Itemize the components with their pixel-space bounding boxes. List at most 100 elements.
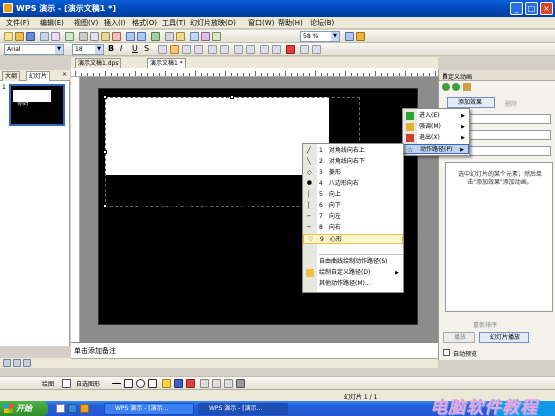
wps-online-icon[interactable] <box>356 32 365 41</box>
font-name-select[interactable]: Arial ▼ <box>4 44 64 55</box>
copy-icon[interactable] <box>90 32 99 41</box>
start-button[interactable]: 开始 <box>0 401 48 416</box>
add-effect-button[interactable]: 添加效果 <box>447 97 495 108</box>
animation-list[interactable]: 选中幻灯片的某个元素，然后单击"添加效果"添加动画。 <box>445 162 553 312</box>
close-icon[interactable]: × <box>62 71 67 78</box>
menu-item-custom-path[interactable]: 绘制自定义路径(D) ▶ <box>303 268 403 278</box>
rectangle-icon[interactable] <box>124 379 133 388</box>
notes-pane[interactable]: 单击添加备注 <box>71 342 438 358</box>
menu-item-exit[interactable]: 退出(X) ▶ <box>403 133 469 143</box>
select-arrow-icon[interactable] <box>62 379 71 388</box>
doc-tab-2[interactable]: 演示文稿1 * <box>147 58 186 68</box>
menu-forum[interactable]: 论坛(B) <box>310 18 334 28</box>
minimize-button[interactable]: _ <box>510 2 523 15</box>
expand-icon[interactable] <box>201 32 210 41</box>
bullets-icon[interactable] <box>220 45 229 54</box>
menu-help[interactable]: 帮助(H) <box>278 18 303 28</box>
play-button[interactable]: 播放 <box>443 332 475 343</box>
doc-tab-1[interactable]: 演示文稿1.dps <box>75 58 122 68</box>
line-icon[interactable] <box>112 383 121 384</box>
menu-slideshow[interactable]: 幻灯片放映(D) <box>190 18 236 28</box>
menu-item-emphasis[interactable]: 强调(M) ▶ <box>403 122 469 132</box>
menu-view[interactable]: 视图(V) <box>74 18 98 28</box>
delete-button[interactable]: 删除 <box>505 99 517 108</box>
decrease-font-icon[interactable] <box>246 45 255 54</box>
menu-item-path-6[interactable]: │ 6 向下 <box>303 201 403 211</box>
sorter-view-icon[interactable] <box>13 359 21 367</box>
slideshow-button[interactable]: 幻灯片播放 <box>479 332 529 343</box>
justify-icon[interactable] <box>194 45 203 54</box>
maximize-button[interactable]: □ <box>525 2 538 15</box>
tab-outline[interactable]: 大纲 <box>2 71 21 81</box>
draw-menu[interactable]: 绘图 <box>42 379 54 388</box>
align-right-icon[interactable] <box>182 45 191 54</box>
help-icon[interactable] <box>345 32 354 41</box>
chart-icon[interactable] <box>176 32 185 41</box>
font-color-icon[interactable] <box>286 45 295 54</box>
grayscale-icon[interactable] <box>212 32 221 41</box>
menu-item-motion-path[interactable]: ☆ 动作路径(P) ▶ <box>403 144 469 154</box>
design-icon[interactable] <box>300 45 309 54</box>
new-icon[interactable] <box>4 32 13 41</box>
decrease-indent-icon[interactable] <box>260 45 269 54</box>
taskbar-item-2[interactable]: WPS 演示 - [演示... <box>198 403 288 415</box>
quicklaunch-desktop-icon[interactable] <box>56 404 65 413</box>
line-color-icon[interactable] <box>174 379 183 388</box>
format-painter-icon[interactable] <box>112 32 121 41</box>
forward-icon[interactable] <box>452 83 460 91</box>
textbox-icon[interactable] <box>148 379 157 388</box>
align-center-icon[interactable] <box>170 45 179 54</box>
horizontal-scrollbar[interactable] <box>71 358 438 368</box>
menu-item-path-2[interactable]: ╲ 2 对角线向右下 <box>303 157 403 167</box>
taskbar-item-1[interactable]: WPS 演示 - [演示... <box>104 403 194 415</box>
spell-icon[interactable] <box>65 32 74 41</box>
preview-icon[interactable] <box>51 32 60 41</box>
cut-icon[interactable] <box>79 32 88 41</box>
menu-item-path-5[interactable]: │ 5 向上 <box>303 190 403 200</box>
resize-handle[interactable] <box>103 95 107 99</box>
increase-indent-icon[interactable] <box>272 45 281 54</box>
font-color-icon[interactable] <box>186 379 195 388</box>
print-icon[interactable] <box>40 32 49 41</box>
open-icon[interactable] <box>15 32 24 41</box>
new-slide-icon[interactable] <box>312 45 321 54</box>
resize-handle[interactable] <box>230 95 234 99</box>
close-button[interactable]: × <box>540 2 553 15</box>
menu-item-path-1[interactable]: ╱ 1 对角线向右上 <box>303 146 403 156</box>
arrow-style-icon[interactable] <box>224 379 233 388</box>
menu-item-path-9[interactable]: ♡ 9 心形 <box>303 234 403 244</box>
menu-item-path-4[interactable]: ⯃ 4 八边形向右 <box>303 179 403 189</box>
menu-file[interactable]: 文件(F) <box>6 18 30 28</box>
menu-item-more-paths[interactable]: 其他动作路径(M)... <box>303 279 403 289</box>
zoom-select[interactable]: 58 % ▼ <box>300 31 340 42</box>
italic-button[interactable]: I <box>120 44 122 53</box>
shadow-style-icon[interactable] <box>236 379 245 388</box>
resize-handle[interactable] <box>103 150 107 154</box>
paste-icon[interactable] <box>101 32 110 41</box>
fill-color-icon[interactable] <box>162 379 171 388</box>
bold-button[interactable]: B <box>108 44 114 53</box>
save-icon[interactable] <box>26 32 35 41</box>
menu-item-freeform-path[interactable]: 自由曲线绘制动作路径(S) <box>303 257 403 267</box>
autopreview-checkbox[interactable] <box>443 349 450 356</box>
menu-window[interactable]: 窗口(W) <box>248 18 274 28</box>
dash-style-icon[interactable] <box>212 379 221 388</box>
underline-button[interactable]: U <box>132 44 138 53</box>
slide-thumbnail[interactable]: 你好 <box>9 84 65 126</box>
shadow-button[interactable]: S <box>144 44 149 53</box>
menu-item-path-8[interactable]: ─ 8 向右 <box>303 223 403 233</box>
quicklaunch-ie-icon[interactable] <box>68 404 77 413</box>
oval-icon[interactable] <box>136 379 145 388</box>
menu-format[interactable]: 格式(O) <box>132 18 157 28</box>
normal-view-icon[interactable] <box>3 359 11 367</box>
resize-handle[interactable] <box>103 204 107 208</box>
redo-icon[interactable] <box>137 32 146 41</box>
table-icon[interactable] <box>165 32 174 41</box>
increase-font-icon[interactable] <box>234 45 243 54</box>
font-size-select[interactable]: 18 ▼ <box>72 44 104 55</box>
menu-edit[interactable]: 编辑(E) <box>40 18 64 28</box>
autoshapes-menu[interactable]: 自选图形 <box>76 379 100 388</box>
close-icon[interactable]: × <box>442 71 553 79</box>
menu-tools[interactable]: 工具(T) <box>162 18 186 28</box>
back-icon[interactable] <box>442 83 450 91</box>
